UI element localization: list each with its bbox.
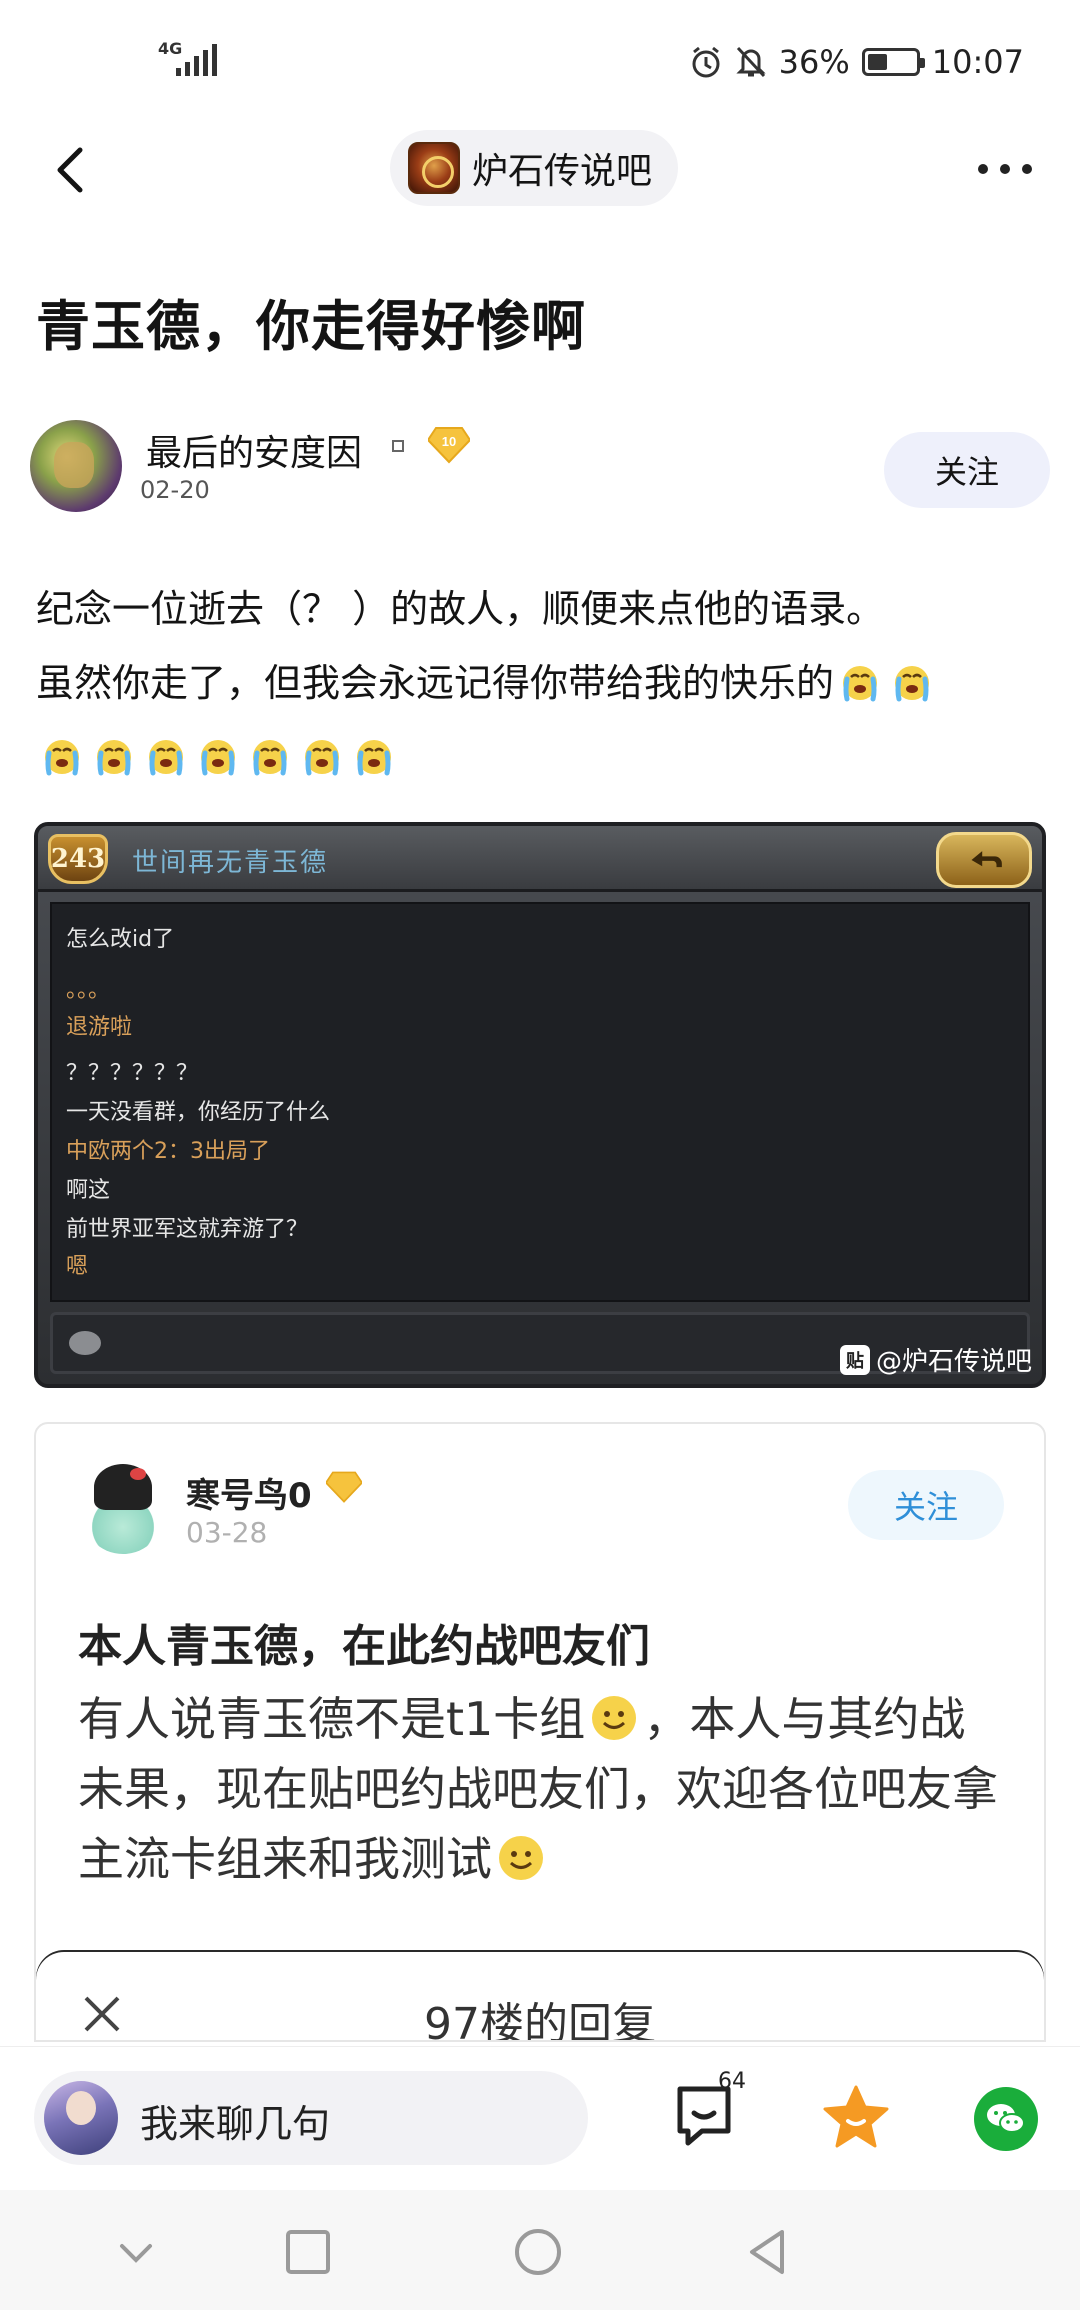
crying-emoji-icon bbox=[149, 740, 183, 776]
signal-icon: 4G bbox=[158, 40, 217, 80]
crying-emoji-icon bbox=[253, 740, 287, 776]
author-avatar[interactable] bbox=[30, 420, 122, 512]
embed-post-date: 03-28 bbox=[186, 1516, 268, 1549]
crying-emoji-icon bbox=[97, 740, 131, 776]
smile-emoji-icon bbox=[499, 1836, 543, 1880]
chat-message: 嗯 bbox=[66, 1254, 89, 1280]
embed-text-part-1: 有人说青玉德不是t1卡组 bbox=[78, 1692, 586, 1746]
chat-message: 前世界亚军这就弃游了？ bbox=[66, 1217, 309, 1243]
mute-icon bbox=[736, 46, 766, 78]
chat-message: 一天没看群，你经历了什么 bbox=[66, 1100, 331, 1126]
chat-message: 。。。 bbox=[66, 978, 111, 1004]
forum-name: 炉石传说吧 bbox=[472, 151, 653, 192]
embed-author-avatar bbox=[80, 1464, 166, 1554]
system-nav-bar bbox=[0, 2190, 1080, 2310]
emoji-row bbox=[36, 720, 1046, 794]
bottom-action-bar: 我来聊几句 64 bbox=[0, 2046, 1080, 2190]
my-avatar bbox=[44, 2081, 118, 2155]
author-row: 最后的安度因 10 02-20 关注 bbox=[30, 420, 1050, 516]
battery-icon bbox=[861, 48, 925, 76]
embed-follow-button: 关注 bbox=[848, 1470, 1004, 1540]
crying-emoji-icon bbox=[357, 740, 391, 776]
chat-message-list: 怎么改id了。。。退游啦 ？？？？？？ 一天没看群，你经历了什么 中欧两个2：3出局了… bbox=[50, 902, 1030, 1302]
more-icon[interactable] bbox=[970, 154, 1040, 184]
post-body-line-2-text: 虽然你走了，但我会永远记得你带给我的快乐的 bbox=[36, 661, 835, 705]
smile-emoji-icon bbox=[592, 1696, 637, 1740]
alarm-icon bbox=[692, 46, 720, 78]
embed-post-title: 本人青玉德，在此约战吧友们 bbox=[78, 1621, 650, 1672]
follow-button[interactable]: 关注 bbox=[884, 432, 1050, 508]
author-name[interactable]: 最后的安度因 bbox=[146, 424, 362, 476]
back-triangle-icon[interactable] bbox=[742, 2226, 794, 2278]
post-body-line-1: 纪念一位逝去（？ ）的故人，顺便来点他的语录。 bbox=[36, 587, 885, 631]
status-icons: 36% 10:07 bbox=[689, 38, 1024, 86]
comment-placeholder: 我来聊几句 bbox=[140, 2102, 331, 2146]
embedded-post-screenshot[interactable]: 寒号鸟0 03-28 关注 本人青玉德，在此约战吧友们 有人说青玉德不是t1卡组… bbox=[34, 1422, 1046, 2042]
player-level-shield: 243 bbox=[48, 834, 108, 884]
level-badge-text: 10 bbox=[442, 434, 456, 449]
chat-message: 退游啦 bbox=[66, 1014, 133, 1040]
reply-sheet-header: 97楼的回复 bbox=[36, 1952, 1044, 2042]
crying-emoji-icon bbox=[305, 740, 339, 776]
chat-title: 世间再无青玉德 bbox=[132, 848, 329, 878]
watermark: 贴 @炉石传说吧 bbox=[839, 1341, 1032, 1378]
reply-sheet-title: 97楼的回复 bbox=[424, 1999, 656, 2042]
nav-bar: 炉石传说吧 bbox=[0, 120, 1080, 220]
watermark-text: @炉石传说吧 bbox=[875, 1347, 1032, 1377]
chat-message: 怎么改id了 bbox=[66, 927, 175, 953]
back-arrow-icon[interactable] bbox=[40, 138, 104, 202]
level-badge-icon: 10 bbox=[428, 427, 470, 464]
post-body-line-2: 虽然你走了，但我会永远记得你带给我的快乐的 bbox=[36, 646, 1046, 720]
embed-author-name: 寒号鸟0 bbox=[186, 1476, 312, 1516]
forum-logo bbox=[408, 142, 460, 194]
tieba-logo-icon: 贴 bbox=[839, 1344, 870, 1375]
embed-level-badge-icon bbox=[326, 1471, 362, 1503]
chat-message: ？？？？？？ bbox=[66, 1061, 199, 1087]
recents-square-icon[interactable] bbox=[282, 2226, 334, 2278]
home-circle-icon[interactable] bbox=[512, 2226, 564, 2278]
post-date: 02-20 bbox=[140, 476, 210, 504]
clock: 10:07 bbox=[931, 43, 1024, 81]
reply-count: 64 bbox=[718, 2069, 746, 2094]
chat-message: 中欧两个2：3出局了 bbox=[66, 1139, 270, 1165]
crying-emoji-icon bbox=[201, 740, 235, 776]
embed-post-text: 有人说青玉德不是t1卡组 ，本人与其约战未果，现在贴吧约战吧友们，欢迎各位吧友拿主… bbox=[78, 1684, 1008, 1894]
chat-message: 啊这 bbox=[66, 1178, 111, 1204]
post-body: 纪念一位逝去（？ ）的故人，顺便来点他的语录。 虽然你走了，但我会永远记得你带给… bbox=[36, 572, 1046, 794]
favorite-star-icon[interactable] bbox=[822, 2083, 890, 2149]
name-mark-icon bbox=[392, 440, 404, 452]
collapse-chevron-icon[interactable] bbox=[110, 2226, 162, 2278]
comment-input[interactable]: 我来聊几句 bbox=[34, 2071, 588, 2165]
crying-emoji-icon bbox=[843, 666, 878, 702]
game-chat-header: 243 世间再无青玉德 bbox=[38, 826, 1042, 892]
forum-entry-button[interactable]: 炉石传说吧 bbox=[390, 130, 679, 206]
game-back-icon bbox=[936, 832, 1032, 888]
crying-emoji-icon bbox=[895, 666, 930, 702]
wechat-share-icon[interactable] bbox=[974, 2087, 1038, 2151]
crying-emoji-icon bbox=[45, 740, 79, 776]
post-title: 青玉德，你走得好惨啊 bbox=[36, 295, 586, 358]
status-bar: 4G 36% 10:07 bbox=[0, 0, 1080, 120]
game-chat-screenshot[interactable]: 243 世间再无青玉德 怎么改id了。。。退游啦 ？？？？？？ 一天没看群，你经历了… bbox=[34, 822, 1046, 1388]
battery-percent: 36% bbox=[778, 43, 850, 81]
chat-bubble-icon bbox=[69, 1331, 101, 1355]
